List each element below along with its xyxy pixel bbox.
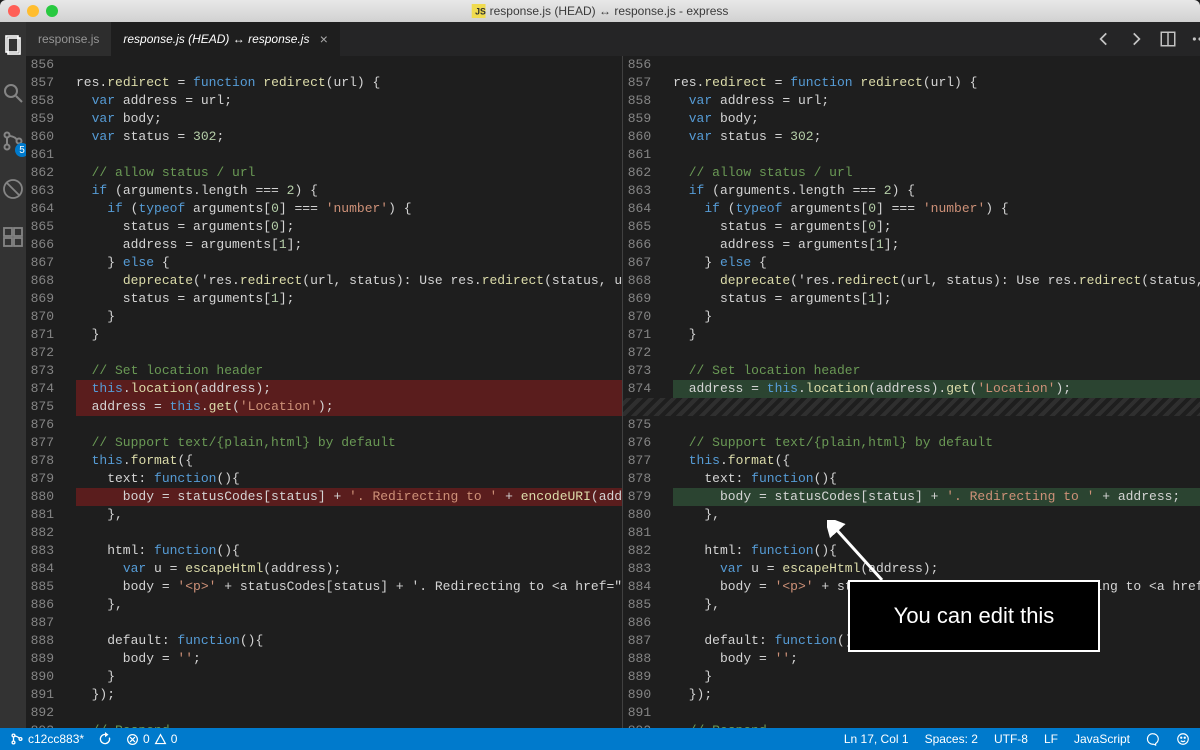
nav-back-icon[interactable] [1095,30,1113,48]
git-branch-status[interactable]: c12cc883* [10,732,84,746]
js-file-icon: JS [472,4,486,18]
editor-tabs: response.js response.js (HEAD) ↔ respons… [26,22,1200,56]
tab-label: response.js (HEAD) ↔ response.js [123,32,309,46]
problems-status[interactable]: 0 0 [126,732,177,746]
diff-pane-original[interactable]: 8568578588598608618628638648658668678688… [26,56,623,728]
window-title-text: response.js (HEAD) ↔ response.js - expre… [490,4,729,18]
indentation-status[interactable]: Spaces: 2 [925,732,978,746]
tab-response-js[interactable]: response.js [26,22,111,56]
source-control-icon[interactable]: 5 [0,128,26,154]
window-title: JS response.js (HEAD) ↔ response.js - ex… [472,4,729,18]
search-icon[interactable] [0,80,26,106]
tab-actions [1095,22,1200,56]
branch-name: c12cc883* [28,732,84,746]
annotation-callout: You can edit this [848,580,1100,652]
encoding-status[interactable]: UTF-8 [994,732,1028,746]
activity-bar: 5 [0,22,26,728]
nav-forward-icon[interactable] [1127,30,1145,48]
extensions-icon[interactable] [0,224,26,250]
line-numbers-right: 8568578588598608618628638648658668678688… [623,56,661,728]
status-bar: c12cc883* 0 0 Ln 17, Col 1 Spaces: 2 UTF… [0,728,1200,750]
error-count: 0 [143,732,150,746]
traffic-lights [8,5,58,17]
svg-text:JS: JS [475,7,486,17]
language-mode[interactable]: JavaScript [1074,732,1130,746]
explorer-icon[interactable] [0,32,26,58]
minimize-window-button[interactable] [27,5,39,17]
mac-titlebar: JS response.js (HEAD) ↔ response.js - ex… [0,0,1200,22]
feedback-icon[interactable] [1146,732,1160,746]
smiley-icon[interactable] [1176,732,1190,746]
tab-label: response.js [38,32,99,46]
cursor-position[interactable]: Ln 17, Col 1 [844,732,909,746]
close-tab-icon[interactable]: × [319,31,327,47]
warning-count: 0 [171,732,178,746]
code-left: res.redirect = function redirect(url) { … [64,56,622,728]
line-numbers-left: 8568578588598608618628638648658668678688… [26,56,64,728]
close-window-button[interactable] [8,5,20,17]
eol-status[interactable]: LF [1044,732,1058,746]
maximize-window-button[interactable] [46,5,58,17]
sync-status[interactable] [98,732,112,746]
split-editor-icon[interactable] [1159,30,1177,48]
debug-icon[interactable] [0,176,26,202]
tab-diff-response-js[interactable]: response.js (HEAD) ↔ response.js × [111,22,339,56]
callout-text: You can edit this [894,603,1055,629]
more-actions-icon[interactable] [1191,30,1200,48]
